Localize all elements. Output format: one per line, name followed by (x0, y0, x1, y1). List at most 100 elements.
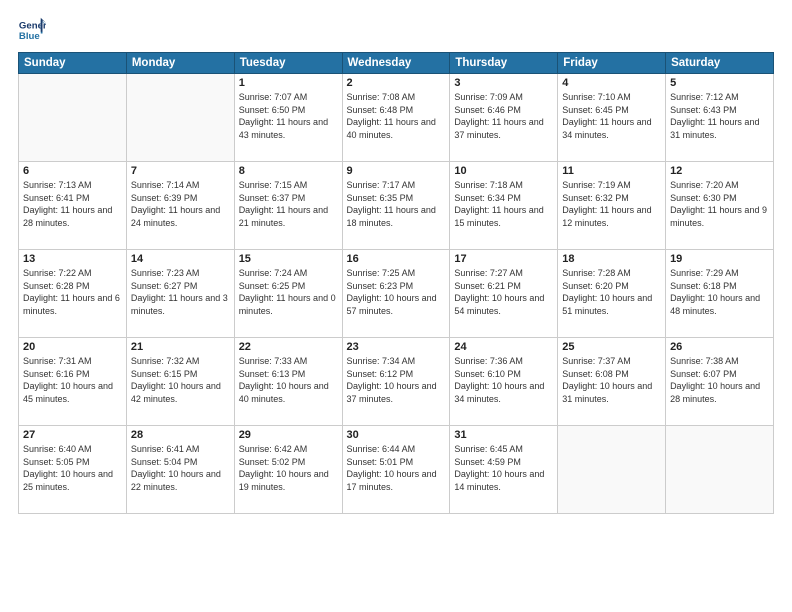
header-wednesday: Wednesday (342, 53, 450, 74)
day-info: Sunrise: 7:08 AMSunset: 6:48 PMDaylight:… (347, 91, 446, 141)
day-number: 20 (23, 341, 122, 353)
day-number: 19 (670, 253, 769, 265)
day-number: 7 (131, 165, 230, 177)
day-number: 28 (131, 429, 230, 441)
calendar-cell: 7 Sunrise: 7:14 AMSunset: 6:39 PMDaylight… (126, 162, 234, 250)
day-number: 25 (562, 341, 661, 353)
calendar-cell: 3Sunrise: 7:09 AMSunset: 6:46 PMDaylight… (450, 74, 558, 162)
logo-icon: General Blue (18, 16, 46, 44)
header-saturday: Saturday (666, 53, 774, 74)
calendar-week-row: 20 Sunrise: 7:31 AMSunset: 6:16 PMDayligh… (19, 338, 774, 426)
calendar-cell: 6 Sunrise: 7:13 AMSunset: 6:41 PMDaylight… (19, 162, 127, 250)
calendar-cell: 26Sunrise: 7:38 AMSunset: 6:07 PMDayligh… (666, 338, 774, 426)
day-number: 8 (239, 165, 338, 177)
day-number: 9 (347, 165, 446, 177)
day-number: 18 (562, 253, 661, 265)
calendar-cell: 19 Sunrise: 7:29 AMSunset: 6:18 PMDayligh… (666, 250, 774, 338)
day-info: Sunrise: 7:38 AMSunset: 6:07 PMDaylight:… (670, 355, 769, 405)
day-number: 5 (670, 77, 769, 89)
logo: General Blue (18, 16, 48, 44)
day-number: 11 (562, 165, 661, 177)
day-number: 4 (562, 77, 661, 89)
day-info: Sunrise: 6:41 AMSunset: 5:04 PMDaylight:… (131, 443, 230, 493)
calendar-cell: 18 Sunrise: 7:28 AMSunset: 6:20 PMDayligh… (558, 250, 666, 338)
day-number: 23 (347, 341, 446, 353)
day-info: Sunrise: 7:33 AMSunset: 6:13 PMDaylight:… (239, 355, 338, 405)
day-info: Sunrise: 7:28 AMSunset: 6:20 PMDaylight:… (562, 267, 661, 317)
day-info: Sunrise: 7:14 AMSunset: 6:39 PMDaylight:… (131, 179, 230, 229)
calendar-cell: 29 Sunrise: 6:42 AMSunset: 5:02 PMDayligh… (234, 426, 342, 514)
day-info: Sunrise: 7:22 AMSunset: 6:28 PMDaylight:… (23, 267, 122, 317)
calendar-week-row: 1 Sunrise: 7:07 AMSunset: 6:50 PMDaylight… (19, 74, 774, 162)
day-info: Sunrise: 6:40 AMSunset: 5:05 PMDaylight:… (23, 443, 122, 493)
header: General Blue (18, 16, 774, 44)
day-number: 21 (131, 341, 230, 353)
day-number: 31 (454, 429, 553, 441)
calendar-cell (666, 426, 774, 514)
day-number: 2 (347, 77, 446, 89)
day-info: Sunrise: 7:34 AMSunset: 6:12 PMDaylight:… (347, 355, 446, 405)
calendar-cell: 9Sunrise: 7:17 AMSunset: 6:35 PMDaylight… (342, 162, 450, 250)
day-info: Sunrise: 7:29 AMSunset: 6:18 PMDaylight:… (670, 267, 769, 317)
day-info: Sunrise: 7:32 AMSunset: 6:15 PMDaylight:… (131, 355, 230, 405)
header-monday: Monday (126, 53, 234, 74)
calendar-cell: 24Sunrise: 7:36 AMSunset: 6:10 PMDayligh… (450, 338, 558, 426)
day-number: 12 (670, 165, 769, 177)
calendar-week-row: 27 Sunrise: 6:40 AMSunset: 5:05 PMDayligh… (19, 426, 774, 514)
calendar-cell: 21 Sunrise: 7:32 AMSunset: 6:15 PMDayligh… (126, 338, 234, 426)
day-info: Sunrise: 7:19 AMSunset: 6:32 PMDaylight:… (562, 179, 661, 229)
calendar-cell: 16 Sunrise: 7:25 AMSunset: 6:23 PMDayligh… (342, 250, 450, 338)
day-info: Sunrise: 7:20 AMSunset: 6:30 PMDaylight:… (670, 179, 769, 229)
day-number: 16 (347, 253, 446, 265)
header-thursday: Thursday (450, 53, 558, 74)
day-number: 30 (347, 429, 446, 441)
calendar-cell: 23 Sunrise: 7:34 AMSunset: 6:12 PMDayligh… (342, 338, 450, 426)
calendar-cell: 1 Sunrise: 7:07 AMSunset: 6:50 PMDaylight… (234, 74, 342, 162)
calendar-cell: 22 Sunrise: 7:33 AMSunset: 6:13 PMDayligh… (234, 338, 342, 426)
calendar-cell: 4 Sunrise: 7:10 AMSunset: 6:45 PMDaylight… (558, 74, 666, 162)
calendar-cell: 30 Sunrise: 6:44 AMSunset: 5:01 PMDayligh… (342, 426, 450, 514)
calendar-cell: 8 Sunrise: 7:15 AMSunset: 6:37 PMDaylight… (234, 162, 342, 250)
day-number: 1 (239, 77, 338, 89)
header-sunday: Sunday (19, 53, 127, 74)
calendar-cell: 11 Sunrise: 7:19 AMSunset: 6:32 PMDayligh… (558, 162, 666, 250)
header-tuesday: Tuesday (234, 53, 342, 74)
day-number: 6 (23, 165, 122, 177)
calendar-cell: 17 Sunrise: 7:27 AMSunset: 6:21 PMDayligh… (450, 250, 558, 338)
day-number: 22 (239, 341, 338, 353)
calendar-header-row: Sunday Monday Tuesday Wednesday Thursday… (19, 53, 774, 74)
day-number: 15 (239, 253, 338, 265)
day-info: Sunrise: 7:15 AMSunset: 6:37 PMDaylight:… (239, 179, 338, 229)
calendar-cell: 10Sunrise: 7:18 AMSunset: 6:34 PMDayligh… (450, 162, 558, 250)
day-info: Sunrise: 6:42 AMSunset: 5:02 PMDaylight:… (239, 443, 338, 493)
day-info: Sunrise: 7:27 AMSunset: 6:21 PMDaylight:… (454, 267, 553, 317)
day-info: Sunrise: 7:07 AMSunset: 6:50 PMDaylight:… (239, 91, 338, 141)
calendar-cell: 25 Sunrise: 7:37 AMSunset: 6:08 PMDayligh… (558, 338, 666, 426)
day-info: Sunrise: 7:09 AMSunset: 6:46 PMDaylight:… (454, 91, 553, 141)
day-info: Sunrise: 7:25 AMSunset: 6:23 PMDaylight:… (347, 267, 446, 317)
calendar-week-row: 6 Sunrise: 7:13 AMSunset: 6:41 PMDaylight… (19, 162, 774, 250)
calendar-week-row: 13 Sunrise: 7:22 AMSunset: 6:28 PMDayligh… (19, 250, 774, 338)
day-info: Sunrise: 7:10 AMSunset: 6:45 PMDaylight:… (562, 91, 661, 141)
day-number: 29 (239, 429, 338, 441)
day-info: Sunrise: 7:37 AMSunset: 6:08 PMDaylight:… (562, 355, 661, 405)
day-number: 13 (23, 253, 122, 265)
day-info: Sunrise: 7:18 AMSunset: 6:34 PMDaylight:… (454, 179, 553, 229)
day-info: Sunrise: 7:23 AMSunset: 6:27 PMDaylight:… (131, 267, 230, 317)
day-number: 27 (23, 429, 122, 441)
svg-text:Blue: Blue (19, 31, 40, 42)
calendar-cell (558, 426, 666, 514)
calendar-cell: 31Sunrise: 6:45 AMSunset: 4:59 PMDayligh… (450, 426, 558, 514)
day-info: Sunrise: 7:31 AMSunset: 6:16 PMDaylight:… (23, 355, 122, 405)
day-info: Sunrise: 7:13 AMSunset: 6:41 PMDaylight:… (23, 179, 122, 229)
calendar-cell: 15Sunrise: 7:24 AMSunset: 6:25 PMDayligh… (234, 250, 342, 338)
calendar-cell: 14Sunrise: 7:23 AMSunset: 6:27 PMDayligh… (126, 250, 234, 338)
calendar-cell: 5Sunrise: 7:12 AMSunset: 6:43 PMDaylight… (666, 74, 774, 162)
page: General Blue Sunday Monday Tuesday (0, 0, 792, 612)
day-info: Sunrise: 6:44 AMSunset: 5:01 PMDaylight:… (347, 443, 446, 493)
calendar-cell: 13 Sunrise: 7:22 AMSunset: 6:28 PMDayligh… (19, 250, 127, 338)
calendar: Sunday Monday Tuesday Wednesday Thursday… (18, 52, 774, 514)
calendar-cell: 12 Sunrise: 7:20 AMSunset: 6:30 PMDayligh… (666, 162, 774, 250)
calendar-cell: 2 Sunrise: 7:08 AMSunset: 6:48 PMDaylight… (342, 74, 450, 162)
day-number: 17 (454, 253, 553, 265)
